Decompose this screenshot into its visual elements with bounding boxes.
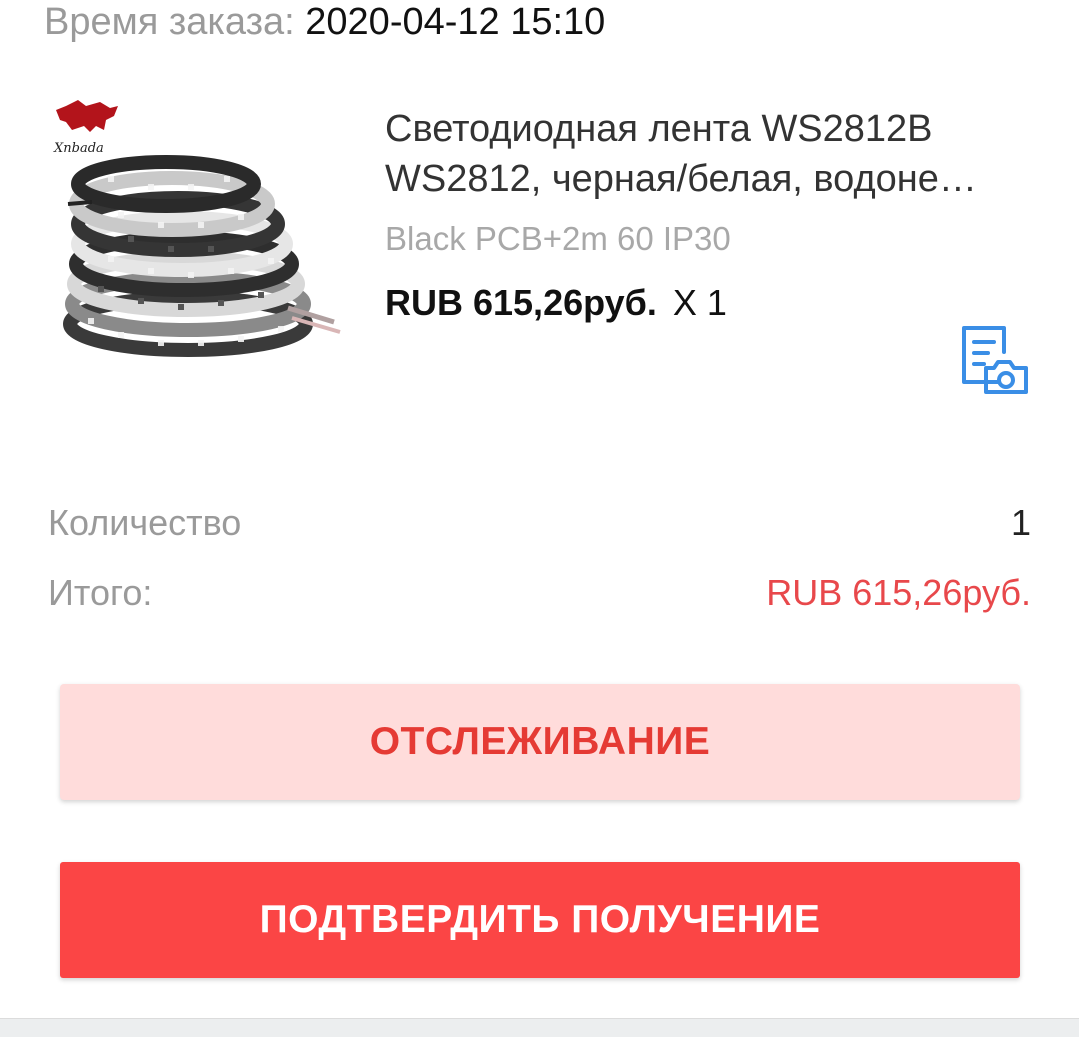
total-value: RUB 615,26руб. [766, 572, 1031, 613]
order-time-value: 2020-04-12 15:10 [305, 1, 606, 43]
quantity-label: Количество [48, 502, 242, 543]
product-variant: Black PCB+2m 60 IP30 [385, 220, 731, 257]
order-time-label: Время заказа: [44, 1, 295, 43]
confirm-receipt-button[interactable]: ПОДТВЕРДИТЬ ПОЛУЧЕНИЕ [60, 862, 1020, 978]
product-title[interactable]: Светодиодная лента WS2812B WS2812, черна… [385, 104, 1045, 204]
product-image[interactable]: Xnbada [48, 96, 350, 396]
order-time: Время заказа: 2020-04-12 15:10 [44, 0, 605, 44]
total-label: Итого: [48, 572, 153, 613]
quantity-value: 1 [1010, 502, 1031, 543]
product-title-line-1: Светодиодная лента WS2812B [385, 108, 933, 150]
price-line: RUB 615,26руб. X 1 [385, 282, 727, 324]
brand-logo: Xnbada [53, 100, 118, 156]
bottom-divider [0, 1018, 1079, 1037]
reel-coils [63, 155, 341, 357]
brand-logo-text: Xnbada [53, 141, 104, 156]
product-title-line-2: WS2812, черная/белая, водоне… [385, 158, 977, 200]
product-quantity-mark: X 1 [672, 282, 727, 323]
track-button[interactable]: ОТСЛЕЖИВАНИЕ [60, 684, 1020, 800]
led-strip-reel-image: Xnbada [53, 100, 341, 357]
product-price: RUB 615,26руб. [385, 282, 657, 323]
document-camera-icon[interactable] [958, 324, 1032, 396]
